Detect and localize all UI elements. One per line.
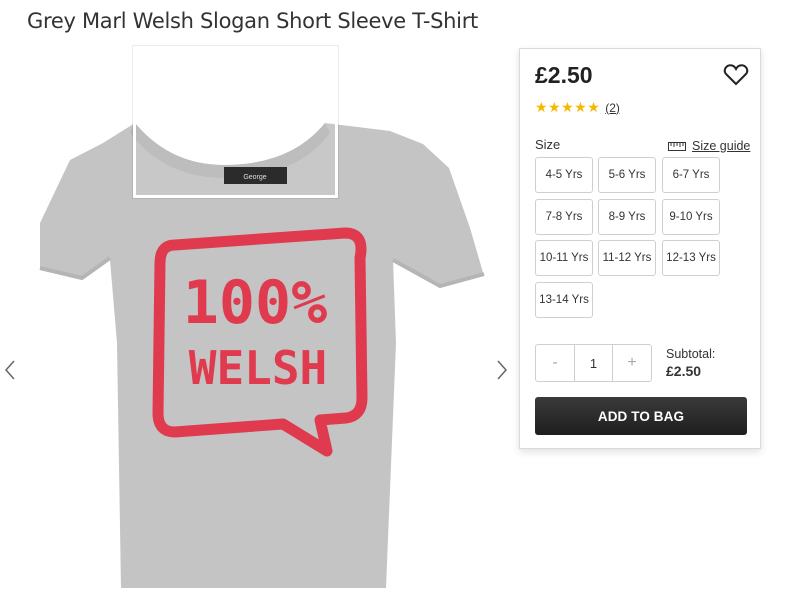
size-option[interactable]: 11-12 Yrs [598, 240, 656, 276]
subtotal-label: Subtotal: [666, 347, 716, 361]
ruler-icon [668, 141, 686, 151]
quantity-stepper: - 1 + [535, 344, 652, 382]
size-option[interactable]: 10-11 Yrs [535, 240, 593, 276]
size-option[interactable]: 4-5 Yrs [535, 157, 593, 193]
size-label: Size [535, 137, 561, 152]
quantity-decrease-button[interactable]: - [536, 345, 574, 381]
size-guide-link[interactable]: Size guide [668, 139, 750, 153]
subtotal-value: £2.50 [666, 363, 702, 379]
size-option[interactable]: 5-6 Yrs [598, 157, 656, 193]
print-line1: 100% [183, 268, 328, 338]
price: £2.50 [535, 62, 593, 88]
size-option[interactable]: 6-7 Yrs [662, 157, 720, 193]
size-option[interactable]: 12-13 Yrs [662, 240, 720, 276]
product-title: Grey Marl Welsh Slogan Short Sleeve T-Sh… [27, 9, 478, 33]
subtotal: Subtotal: £2.50 [666, 346, 715, 380]
add-to-bag-button[interactable]: ADD TO BAG [535, 397, 747, 435]
zoom-lens[interactable] [133, 46, 338, 198]
review-count-link[interactable]: (2) [605, 101, 620, 115]
size-option[interactable]: 13-14 Yrs [535, 282, 593, 318]
wishlist-heart-icon[interactable] [723, 63, 749, 87]
prev-image-arrow-icon[interactable] [2, 358, 18, 382]
size-option[interactable]: 7-8 Yrs [535, 199, 593, 235]
star-rating-icon: ★★★★★ [535, 99, 601, 115]
quantity-increase-button[interactable]: + [613, 345, 651, 381]
size-option[interactable]: 9-10 Yrs [662, 199, 720, 235]
size-option[interactable]: 8-9 Yrs [598, 199, 656, 235]
purchase-panel: £2.50 ★★★★★ (2) Size Size guide 4-5 Yrs … [519, 48, 761, 449]
next-image-arrow-icon[interactable] [494, 358, 510, 382]
size-guide-label: Size guide [692, 139, 751, 153]
product-gallery: George 100% WELSH [0, 46, 515, 590]
rating: ★★★★★ (2) [535, 99, 620, 116]
quantity-input[interactable]: 1 [574, 345, 613, 381]
print-line2: WELSH [189, 341, 327, 395]
